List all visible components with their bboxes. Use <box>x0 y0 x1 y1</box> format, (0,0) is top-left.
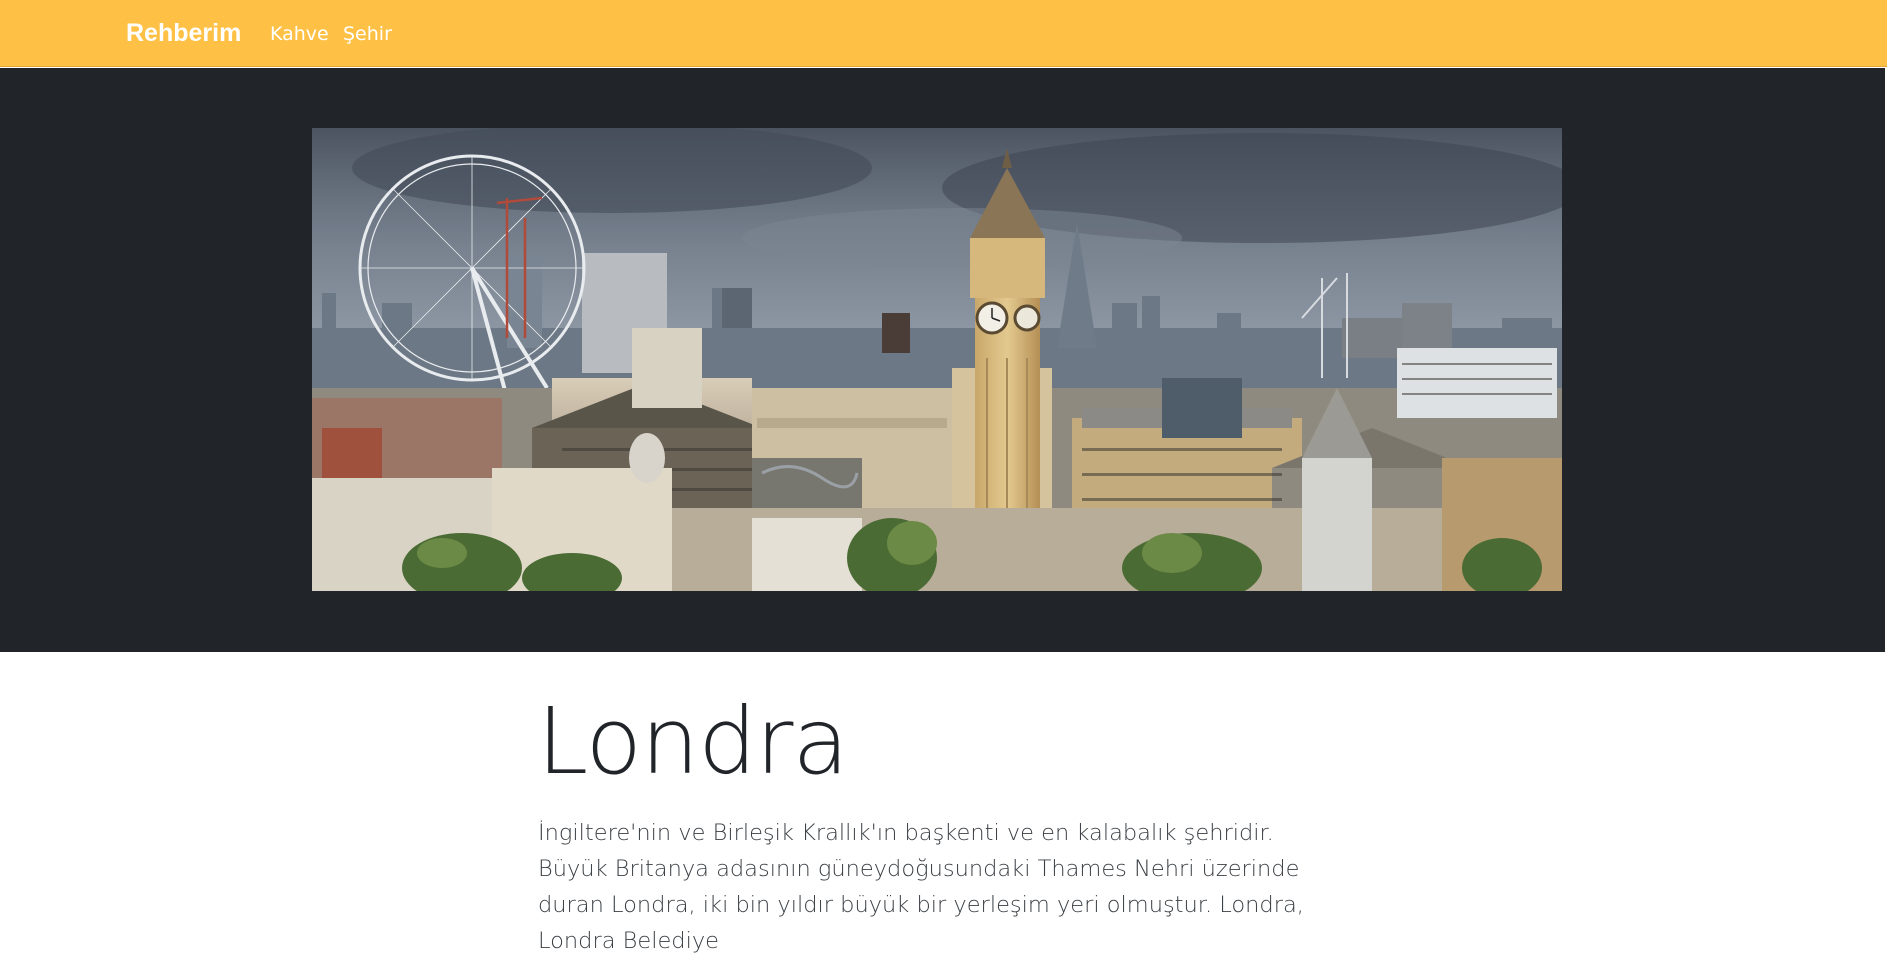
london-skyline-image <box>312 128 1562 591</box>
nav-link-sehir[interactable]: Şehir <box>343 21 392 47</box>
hero-banner <box>0 68 1885 652</box>
lead-paragraph: İngiltere'nin ve Birleşik Krallık'ın baş… <box>538 820 1304 954</box>
page-title: Londra <box>537 688 849 795</box>
top-navbar: Rehberim Kahve Şehir <box>0 0 1887 67</box>
brand-link[interactable]: Rehberim <box>126 18 241 48</box>
article-section: Londra İngiltere'nin ve Birleşik Krallık… <box>0 652 1887 954</box>
nav-link-kahve[interactable]: Kahve <box>270 21 329 47</box>
